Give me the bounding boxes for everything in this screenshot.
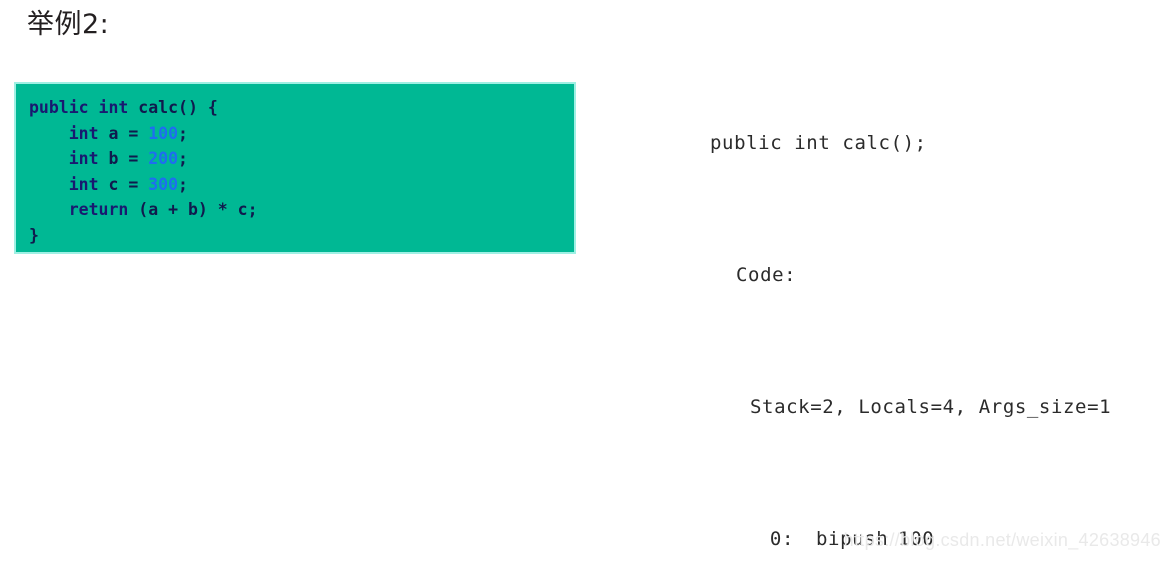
java-source-code-block: public int calc() { int a = 100; int b =… xyxy=(14,82,576,254)
bytecode-listing: public int calc(); Code: Stack=2, Locals… xyxy=(710,28,1111,563)
bytecode-column: public int calc(); Code: Stack=2, Locals… xyxy=(610,0,1167,563)
bytecode-operand: 100 xyxy=(898,528,935,550)
code-token-keyword: int xyxy=(68,174,99,194)
code-token-number: 300 xyxy=(148,174,179,194)
source-column: 举例2: public int calc() { int a = 100; in… xyxy=(0,0,610,563)
code-token-plain: c = xyxy=(98,174,149,194)
code-token-keyword: return xyxy=(68,200,129,219)
bytecode-instruction-row: 0: bipush 100 xyxy=(710,523,1111,556)
code-token-keyword: public xyxy=(29,98,89,117)
bytecode-instruction-list: 0:bipush1002:istore_13:sipush2006:istore… xyxy=(710,523,1111,563)
code-token-keyword: int xyxy=(68,149,99,168)
bytecode-offset: 0: xyxy=(769,528,794,550)
code-token-plain: b = xyxy=(98,149,149,168)
code-token-plain: calc() { xyxy=(128,98,218,117)
bytecode-mnemonic: istore_1 xyxy=(794,556,912,563)
code-token-number: 100 xyxy=(148,123,179,143)
code-token-plain: (a + b) * c; xyxy=(128,200,258,219)
code-token-plain: ; xyxy=(178,174,188,194)
bytecode-code-label: Code: xyxy=(736,264,797,286)
bytecode-frame-info: Stack=2, Locals=4, Args_size=1 xyxy=(750,396,1112,418)
bytecode-method-signature: public int calc(); xyxy=(710,132,927,154)
code-token-keyword: int xyxy=(98,98,129,117)
code-token-number: 200 xyxy=(148,149,179,168)
slide-canvas: 举例2: public int calc() { int a = 100; in… xyxy=(0,0,1167,563)
code-token-keyword: int xyxy=(68,123,99,143)
java-source-text: public int calc() { int a = 100; int b =… xyxy=(29,95,574,248)
code-token-plain: ; xyxy=(178,123,188,143)
code-token-plain: a = xyxy=(98,123,149,143)
bytecode-offset: 2: xyxy=(750,556,794,563)
code-token-plain: } xyxy=(29,225,39,245)
code-token-plain: ; xyxy=(178,149,188,168)
page-title: 举例2: xyxy=(27,9,110,40)
bytecode-instruction-row: 2:istore_1 xyxy=(710,556,1111,563)
bytecode-mnemonic: bipush xyxy=(816,528,889,550)
